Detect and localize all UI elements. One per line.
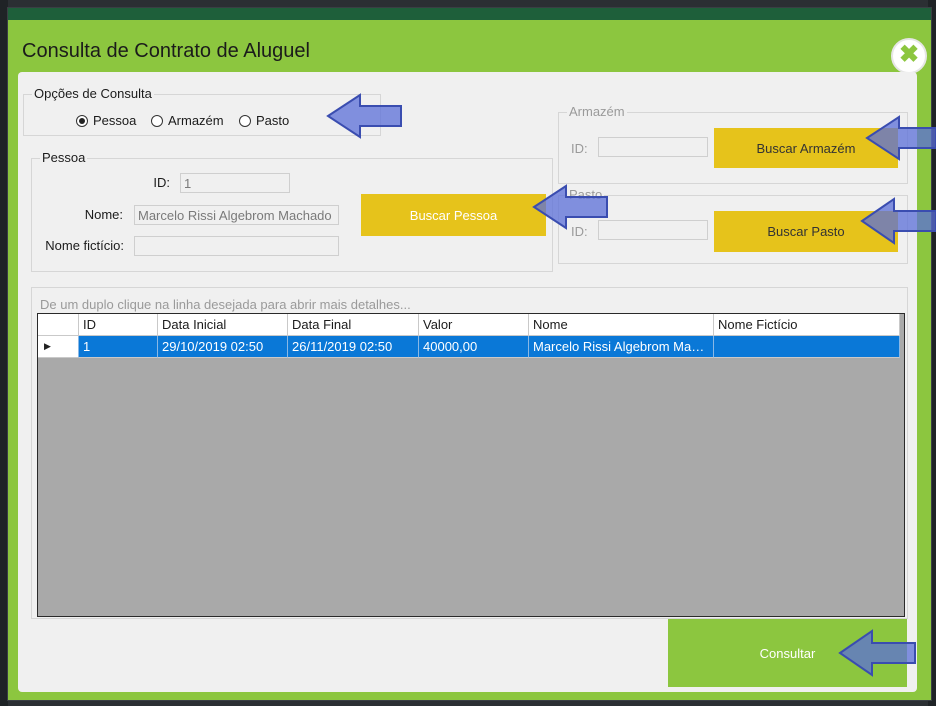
close-button[interactable]: ✖ <box>891 38 927 74</box>
pessoa-id-field[interactable]: 1 <box>180 173 290 193</box>
cell-data-final[interactable]: 26/11/2019 02:50 <box>288 336 419 358</box>
dialog-window: Consulta de Contrato de Aluguel ✖ Opções… <box>8 8 931 700</box>
table-row[interactable]: ▶ 1 29/10/2019 02:50 26/11/2019 02:50 40… <box>38 336 900 358</box>
options-legend: Opções de Consulta <box>32 86 154 101</box>
pessoa-fict-label: Nome fictício: <box>45 238 124 253</box>
annotation-arrow-icon <box>865 115 936 161</box>
row-header-corner <box>38 314 79 336</box>
armazem-legend: Armazém <box>567 104 627 119</box>
cell-data-inicial[interactable]: 29/10/2019 02:50 <box>158 336 288 358</box>
dialog-content: Opções de Consulta Pessoa Armazém Pasto … <box>18 72 917 692</box>
column-header-data-final[interactable]: Data Final <box>288 314 419 336</box>
pessoa-nome-field[interactable]: Marcelo Rissi Algebrom Machado <box>134 205 339 225</box>
column-header-id[interactable]: ID <box>79 314 158 336</box>
radio-pasto[interactable]: Pasto <box>239 113 289 128</box>
radio-armazem[interactable]: Armazém <box>151 113 224 128</box>
pasto-id-field[interactable] <box>598 220 708 240</box>
results-hint: De um duplo clique na linha desejada par… <box>40 297 411 312</box>
column-header-valor[interactable]: Valor <box>419 314 529 336</box>
pessoa-nome-label: Nome: <box>84 207 123 222</box>
cell-valor[interactable]: 40000,00 <box>419 336 529 358</box>
title-bar: Consulta de Contrato de Aluguel ✖ <box>8 8 931 74</box>
armazem-id-field[interactable] <box>598 137 708 157</box>
annotation-arrow-icon <box>838 629 916 677</box>
grid-header: ID Data Inicial Data Final Valor Nome No… <box>38 314 900 336</box>
annotation-arrow-icon <box>860 197 936 245</box>
column-header-data-inicial[interactable]: Data Inicial <box>158 314 288 336</box>
row-indicator-icon: ▶ <box>38 336 79 358</box>
radio-unchecked-icon <box>151 114 163 127</box>
column-header-nome-ficticio[interactable]: Nome Fictício <box>714 314 900 336</box>
pessoa-id-label: ID: <box>153 175 170 190</box>
radio-pessoa[interactable]: Pessoa <box>76 113 136 128</box>
armazem-id-label: ID: <box>571 141 588 156</box>
radio-unchecked-icon <box>239 114 251 127</box>
window-title: Consulta de Contrato de Aluguel <box>22 40 310 62</box>
cell-nome[interactable]: Marcelo Rissi Algebrom Machado <box>529 336 714 358</box>
background-left <box>0 0 8 706</box>
cell-id[interactable]: 1 <box>79 336 158 358</box>
pessoa-fict-field[interactable] <box>134 236 339 256</box>
pessoa-legend: Pessoa <box>40 150 88 165</box>
results-grid[interactable]: ID Data Inicial Data Final Valor Nome No… <box>37 313 905 617</box>
radio-pasto-label: Pasto <box>256 113 290 128</box>
cell-nome-ficticio[interactable] <box>714 336 900 358</box>
annotation-arrow-icon <box>532 184 608 230</box>
radio-armazem-label: Armazém <box>168 113 224 128</box>
radio-checked-icon <box>76 114 88 127</box>
column-header-nome[interactable]: Nome <box>529 314 714 336</box>
radio-pessoa-label: Pessoa <box>93 113 137 128</box>
annotation-arrow-icon <box>326 93 402 139</box>
buscar-pessoa-button[interactable]: Buscar Pessoa <box>361 194 546 236</box>
close-icon: ✖ <box>898 41 920 68</box>
